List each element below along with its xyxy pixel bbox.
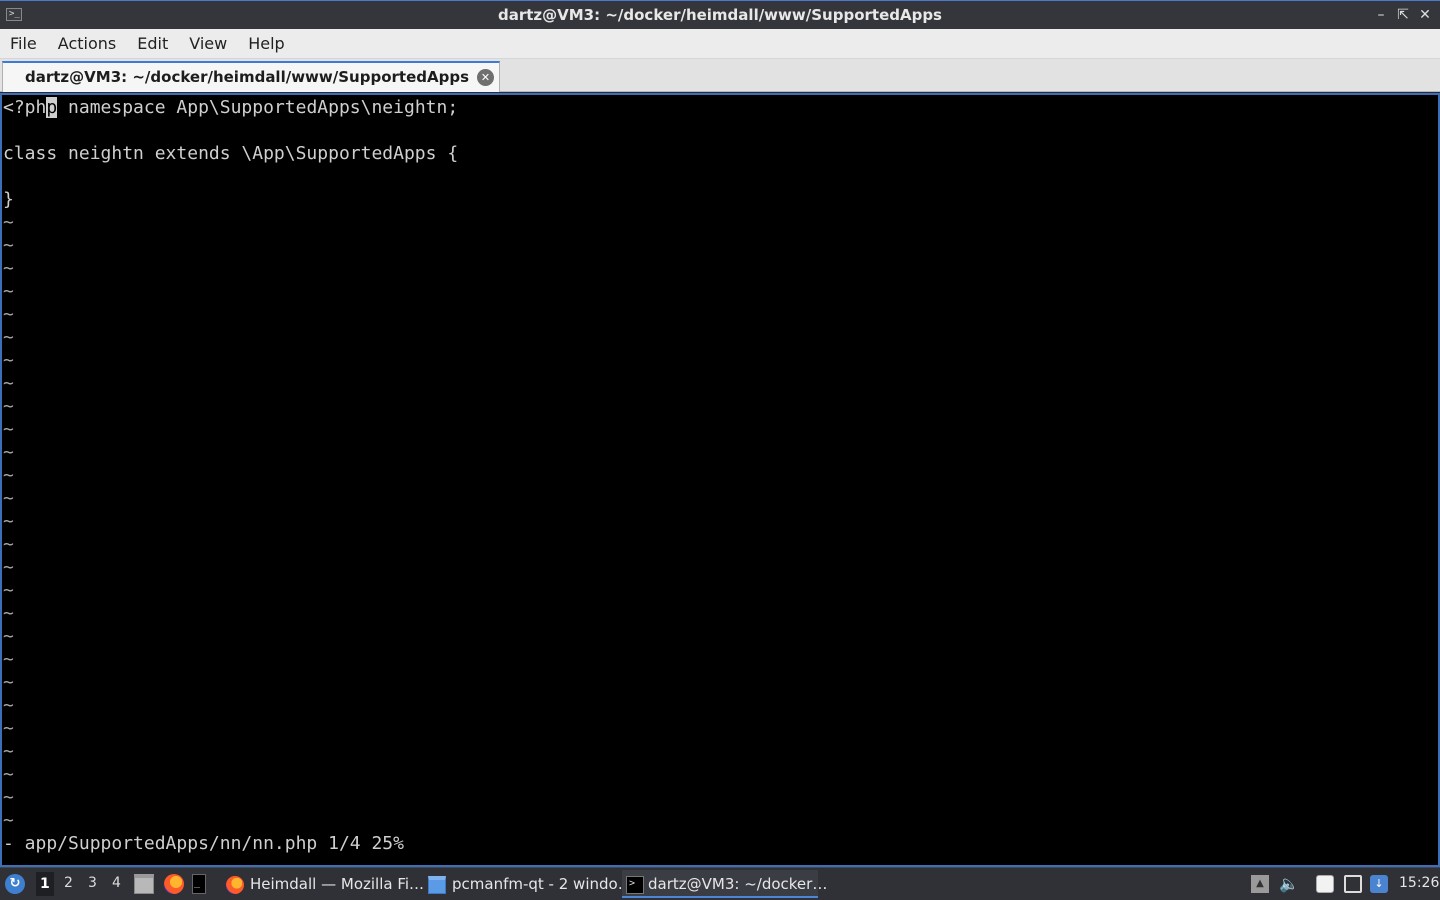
empty-line-tilde: ~ (3, 235, 14, 256)
minimize-icon[interactable]: – (1374, 5, 1388, 25)
empty-line-tilde: ~ (3, 465, 14, 486)
menu-edit[interactable]: Edit (137, 34, 168, 53)
code-text: <?ph (3, 97, 47, 118)
menu-file[interactable]: File (10, 34, 37, 53)
maximize-icon[interactable]: ⇱ (1396, 5, 1410, 25)
desktop-1-button[interactable]: 1 (36, 872, 54, 896)
empty-line-tilde: ~ (3, 741, 14, 762)
empty-line-tilde: ~ (3, 603, 14, 624)
menu-help[interactable]: Help (248, 34, 284, 53)
empty-line-tilde: ~ (3, 626, 14, 647)
start-menu-icon[interactable]: ↻ (5, 874, 25, 894)
update-notifier-icon[interactable]: ↓ (1370, 875, 1388, 893)
terminal-view[interactable]: <?php namespace App\SupportedApps\neight… (0, 93, 1440, 867)
firefox-icon (226, 876, 244, 894)
task-terminal[interactable]: > dartz@VM3: ~/docker… (622, 870, 827, 898)
file-manager-launcher-icon[interactable] (134, 874, 154, 894)
empty-line-tilde: ~ (3, 488, 14, 509)
empty-line-tilde: ~ (3, 580, 14, 601)
desktop-2-button[interactable]: 2 (64, 875, 73, 891)
code-line-3: class neightn extends \App\SupportedApps… (3, 143, 459, 164)
firefox-launcher-icon[interactable] (164, 874, 184, 894)
terminal-icon: > (626, 876, 644, 894)
close-circle-icon[interactable]: ✕ (477, 69, 494, 86)
tab-label: dartz@VM3: ~/docker/heimdall/www/Support… (25, 68, 470, 86)
window-title: dartz@VM3: ~/docker/heimdall/www/Support… (497, 6, 942, 24)
empty-line-tilde: ~ (3, 396, 14, 417)
empty-line-tilde: ~ (3, 281, 14, 302)
code-line-5: } (3, 189, 14, 210)
empty-line-tilde: ~ (3, 810, 14, 831)
empty-line-tilde: ~ (3, 442, 14, 463)
task-label: Heimdall — Mozilla Fi… (250, 875, 425, 893)
empty-line-tilde: ~ (3, 672, 14, 693)
close-icon[interactable]: ✕ (1418, 5, 1432, 25)
taskbar: ↻ 1 2 3 4 _ Heimdall — Mozilla Fi… pcman… (0, 867, 1440, 900)
desktop-4-button[interactable]: 4 (112, 875, 121, 891)
empty-line-tilde: ~ (3, 695, 14, 716)
task-label: dartz@VM3: ~/docker… (648, 875, 828, 893)
empty-line-tilde: ~ (3, 557, 14, 578)
text-cursor: p (46, 97, 58, 118)
empty-line-tilde: ~ (3, 718, 14, 739)
terminal-tab[interactable]: dartz@VM3: ~/docker/heimdall/www/Support… (2, 61, 500, 92)
empty-line-tilde: ~ (3, 511, 14, 532)
tab-bar: dartz@VM3: ~/docker/heimdall/www/Support… (0, 59, 1440, 92)
empty-line-tilde: ~ (3, 787, 14, 808)
empty-line-tilde: ~ (3, 534, 14, 555)
empty-line-tilde: ~ (3, 350, 14, 371)
menu-view[interactable]: View (189, 34, 227, 53)
task-firefox[interactable]: Heimdall — Mozilla Fi… (222, 870, 424, 898)
vim-status-line: - app/SupportedApps/nn/nn.php 1/4 25% (3, 833, 404, 854)
task-pcmanfm[interactable]: pcmanfm-qt - 2 windo… (424, 870, 633, 898)
empty-line-tilde: ~ (3, 327, 14, 348)
empty-line-tilde: ~ (3, 373, 14, 394)
empty-line-tilde: ~ (3, 212, 14, 233)
folder-icon (428, 876, 446, 894)
clipboard-icon[interactable] (1316, 875, 1334, 893)
terminal-launcher-icon[interactable]: _ (192, 874, 206, 894)
network-icon[interactable] (1344, 875, 1362, 893)
menubar: File Actions Edit View Help (0, 29, 1440, 59)
window-controls: – ⇱ ✕ (1374, 5, 1432, 25)
clock[interactable]: 15:26 (1399, 875, 1439, 891)
empty-line-tilde: ~ (3, 649, 14, 670)
code-line-1: <?php namespace App\SupportedApps\neight… (3, 97, 458, 119)
window-titlebar[interactable]: >_ dartz@VM3: ~/docker/heimdall/www/Supp… (0, 0, 1440, 29)
empty-line-tilde: ~ (3, 304, 14, 325)
volume-icon[interactable]: 🔈 (1279, 875, 1299, 893)
task-label: pcmanfm-qt - 2 windo… (452, 875, 633, 893)
empty-line-tilde: ~ (3, 419, 14, 440)
desktop-3-button[interactable]: 3 (88, 875, 97, 891)
empty-line-tilde: ~ (3, 258, 14, 279)
tray-arrow-up-icon[interactable]: ▲ (1251, 875, 1269, 893)
menu-actions[interactable]: Actions (58, 34, 116, 53)
code-text: namespace App\SupportedApps\neightn; (57, 97, 459, 118)
empty-line-tilde: ~ (3, 764, 14, 785)
